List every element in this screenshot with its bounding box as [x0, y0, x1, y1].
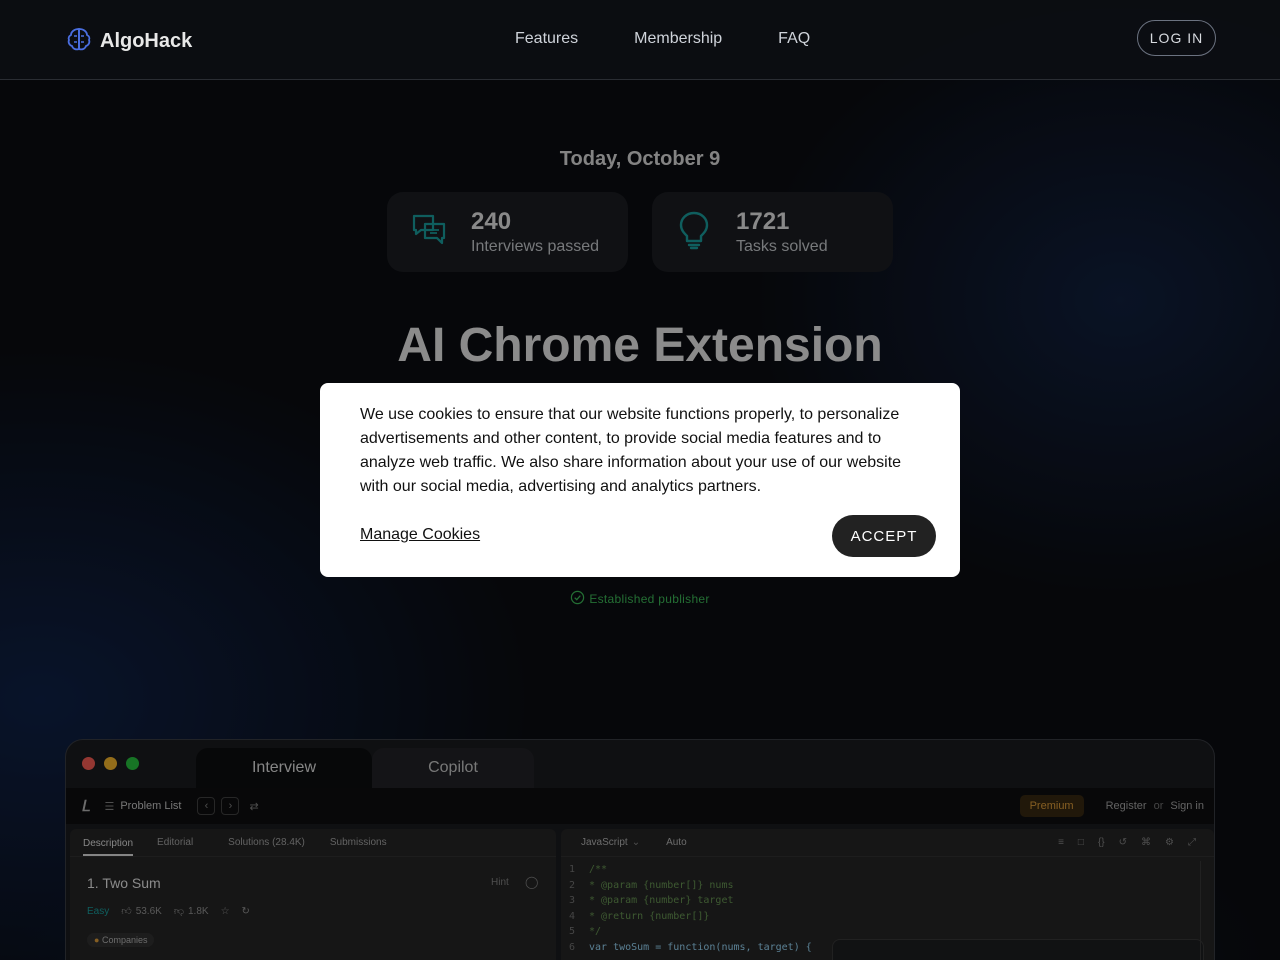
stat-interviews-label: Interviews passed — [471, 238, 600, 255]
likes-count: 53.6K — [135, 905, 162, 917]
brain-icon — [66, 26, 92, 57]
code-line: 3 * @param {number} target — [568, 895, 734, 906]
publisher-label: Established publisher — [589, 592, 710, 606]
site-header: AlgoHack Features Membership FAQ LOG IN — [0, 0, 1280, 80]
next-problem-button[interactable]: › — [221, 797, 240, 815]
expand-icon[interactable]: ⤢ — [1188, 837, 1196, 848]
hero-title: AI Chrome Extension — [397, 319, 883, 372]
stat-card-interviews: 240 Interviews passed — [387, 192, 628, 272]
code-line: 4 * @return {number[]} — [568, 910, 710, 922]
code-line: 1/** — [568, 864, 608, 875]
stat-tasks-value: 1721 — [736, 208, 790, 235]
hint-button[interactable]: Hint — [491, 877, 509, 888]
nav-membership[interactable]: Membership — [634, 30, 722, 48]
nav-faq[interactable]: FAQ — [778, 30, 810, 48]
cookie-consent-dialog: We use cookies to ensure that our websit… — [320, 383, 960, 577]
braces-icon[interactable]: {} — [1098, 837, 1105, 848]
register-link[interactable]: Register — [1106, 800, 1147, 812]
prev-problem-button[interactable]: ‹ — [197, 797, 216, 815]
manage-cookies-link[interactable]: Manage Cookies — [360, 526, 480, 544]
code-panel: JavaScript ⌄ Auto ≡ □ {} ↺ ⌘ ⚙ ⤢ 1/** 2 … — [561, 829, 1214, 960]
reset-icon[interactable]: ↺ — [1119, 837, 1127, 848]
companies-label: Companies — [101, 935, 148, 945]
accept-button[interactable]: ACCEPT — [832, 515, 936, 557]
login-button[interactable]: LOG IN — [1137, 20, 1216, 56]
app-preview-window: Interview Copilot 𝐿 ☰ Problem List ‹ › ⇄… — [65, 739, 1215, 960]
stat-card-tasks: 1721 Tasks solved — [652, 192, 893, 272]
leetcode-logo-icon[interactable]: 𝐿 — [82, 798, 90, 815]
minimize-dot[interactable] — [104, 757, 117, 770]
today-date: Today, October 9 — [559, 148, 721, 170]
bookmark-icon[interactable]: □ — [1078, 837, 1084, 848]
format-icon[interactable]: ≡ — [1058, 837, 1064, 848]
close-dot[interactable] — [82, 757, 95, 770]
check-circle-icon — [570, 590, 585, 608]
stat-tasks-label: Tasks solved — [736, 238, 828, 255]
tab-interview[interactable]: Interview — [196, 748, 372, 788]
publisher-badge: Established publisher — [0, 590, 1280, 608]
problem-panel: Description Editorial Solutions (28.4K) … — [70, 829, 556, 960]
chevron-down-icon: ⌄ — [631, 837, 641, 848]
chat-bubbles-icon — [411, 212, 447, 253]
editor-scrollbar[interactable] — [1200, 861, 1208, 960]
more-options-icon[interactable]: ◯ — [525, 875, 538, 889]
leetcode-toolbar: 𝐿 ☰ Problem List ‹ › ⇄ Premium Register … — [66, 788, 1214, 824]
tab-editorial[interactable]: Editorial — [157, 837, 193, 848]
mode-select[interactable]: Auto — [666, 837, 687, 848]
tab-copilot[interactable]: Copilot — [372, 748, 534, 788]
share-icon[interactable]: ↻ — [242, 906, 250, 917]
lightbulb-icon — [676, 210, 712, 255]
tab-solutions[interactable]: Solutions (28.4K) — [228, 837, 305, 848]
star-icon[interactable]: ☆ — [221, 906, 230, 917]
assistant-popup[interactable] — [832, 939, 1204, 960]
stat-interviews-value: 240 — [471, 208, 512, 235]
problem-meta: Easy 👍︎ 53.6K 👎︎ 1.8K ☆ ↻ — [87, 905, 250, 918]
sign-in-link[interactable]: Sign in — [1170, 800, 1204, 812]
thumbs-up-icon[interactable]: 👍︎ — [121, 905, 131, 917]
brand-logo[interactable]: AlgoHack — [66, 26, 192, 57]
window-controls — [82, 757, 139, 770]
problem-title[interactable]: 1. Two Sum — [87, 875, 161, 891]
code-panel-toolbar: JavaScript ⌄ Auto ≡ □ {} ↺ ⌘ ⚙ ⤢ — [561, 829, 1214, 857]
problem-list-link[interactable]: Problem List — [120, 800, 181, 812]
shortcut-icon[interactable]: ⌘ — [1141, 837, 1151, 848]
brand-name: AlgoHack — [100, 30, 193, 52]
thumbs-down-icon[interactable]: 👎︎ — [174, 905, 184, 917]
companies-tag[interactable]: ● Companies — [87, 933, 155, 947]
tab-description[interactable]: Description — [83, 838, 134, 856]
lock-icon: ● — [94, 935, 100, 945]
or-text: or — [1153, 800, 1164, 812]
difficulty-badge: Easy — [87, 905, 110, 917]
cookie-message: We use cookies to ensure that our websit… — [360, 406, 902, 495]
list-icon: ☰ — [104, 800, 115, 813]
shuffle-icon[interactable]: ⇄ — [249, 800, 258, 813]
tab-submissions[interactable]: Submissions — [330, 837, 387, 848]
dislikes-count: 1.8K — [187, 905, 209, 917]
main-nav: Features Membership FAQ — [515, 30, 810, 48]
code-line: 2 * @param {number[]} nums — [568, 879, 734, 891]
settings-icon[interactable]: ⚙ — [1165, 837, 1174, 848]
maximize-dot[interactable] — [126, 757, 139, 770]
problem-panel-tabs: Description Editorial Solutions (28.4K) … — [70, 829, 556, 857]
nav-features[interactable]: Features — [515, 30, 578, 48]
language-select[interactable]: JavaScript — [581, 837, 628, 848]
premium-badge[interactable]: Premium — [1019, 795, 1084, 817]
